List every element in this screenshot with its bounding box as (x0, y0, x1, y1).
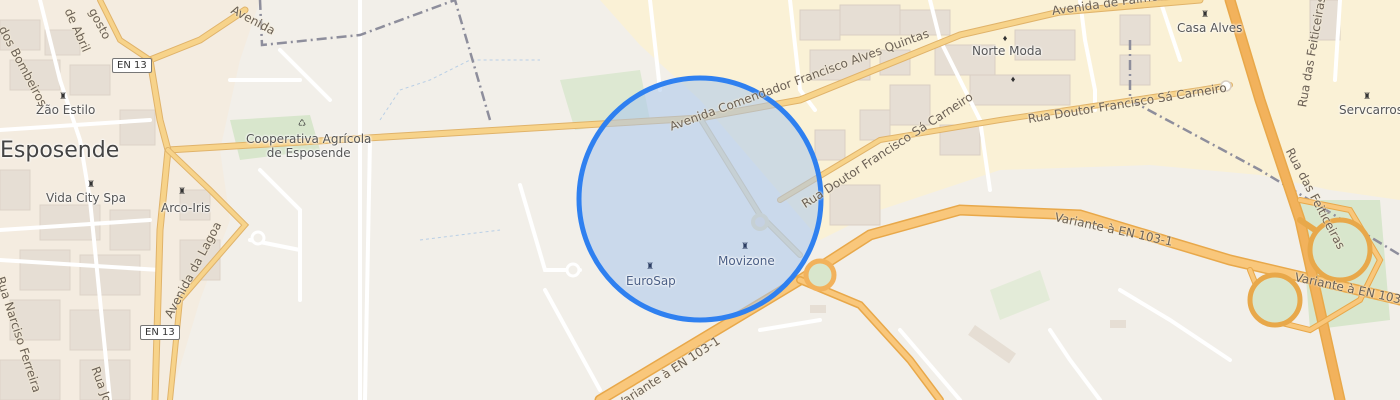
clothing-shirt-icon: ♦ (1002, 33, 1008, 43)
poi-label-servcarros[interactable]: Servcarros (1339, 103, 1400, 117)
poi-label-norte-moda[interactable]: Norte Moda (972, 44, 1042, 58)
map-base-layer (0, 0, 1400, 400)
shopping-basket-icon: ♜ (1362, 91, 1372, 101)
poi-label-casa-alves[interactable]: Casa Alves (1177, 21, 1242, 35)
shopping-basket-icon: ♜ (58, 91, 68, 101)
park-area-south (990, 270, 1050, 320)
poi-label-arco-iris[interactable]: Arco-Iris (161, 201, 210, 215)
town-label: Esposende (0, 138, 120, 163)
clothing-shirt-icon: ♦ (1010, 74, 1016, 84)
buildings-south (810, 305, 1126, 364)
shopping-basket-icon: ♜ (645, 261, 655, 271)
shopping-cart-icon: ♺ (297, 118, 307, 128)
poi-label-movizone[interactable]: Movizone (718, 254, 775, 268)
shopping-basket-icon: ♜ (1200, 9, 1210, 19)
poi-label-zao-estilo[interactable]: Zão Estilo (36, 103, 95, 117)
map-canvas[interactable]: Esposende ♜ Zão Estilo ♺ Cooperativa Agr… (0, 0, 1400, 400)
poi-label-cooperativa[interactable]: Cooperativa Agrícola de Esposende (246, 132, 371, 160)
poi-label-eurosap[interactable]: EuroSap (626, 274, 676, 288)
shopping-basket-icon: ♜ (740, 241, 750, 251)
shopping-basket-icon: ♜ (177, 186, 187, 196)
streams (379, 59, 540, 241)
road-shield-en13: EN 13 (112, 58, 152, 73)
road-shield-en13: EN 13 (140, 325, 180, 340)
shopping-basket-icon: ♜ (86, 179, 96, 189)
poi-label-vida-city-spa[interactable]: Vida City Spa (46, 191, 126, 205)
